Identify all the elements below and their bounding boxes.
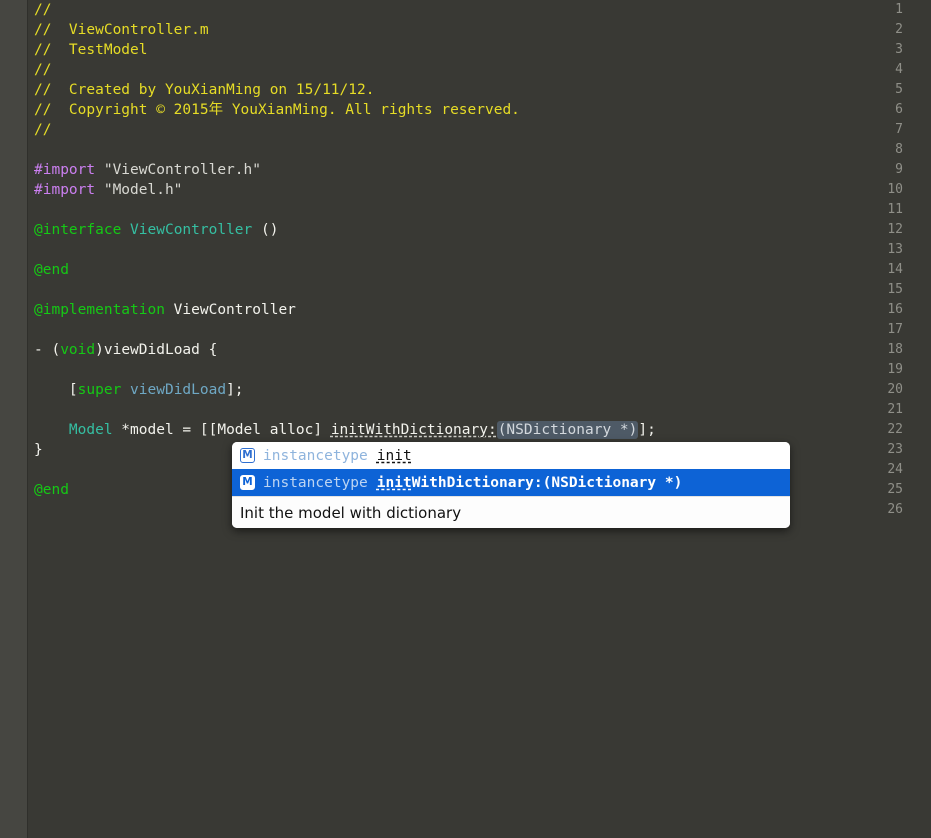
autocomplete-row[interactable]: Minstancetype init — [232, 442, 790, 469]
line-number: 15 — [887, 282, 903, 297]
code-token-pre: #import — [34, 162, 96, 178]
line-number: 5 — [895, 82, 903, 97]
code-line[interactable]: // TestModel — [34, 40, 148, 60]
code-token-plain: ViewController — [164, 302, 296, 318]
line-number: 18 — [887, 342, 903, 357]
code-token-plain: [ — [34, 382, 78, 398]
code-token-keyword: void — [60, 342, 96, 358]
code-token-comment: // Created by YouXianMing on 15/11/12. — [34, 82, 375, 98]
code-editor[interactable]: 1 2 3 4 5 6 7 8 9 10 11 12 13 14 15 16 17 18 19 20 21 22 23 24 2… — [0, 0, 931, 838]
line-number: 7 — [895, 122, 903, 137]
code-token-comment: // Copyright © 2015年 YouXianMing. All ri… — [34, 102, 520, 118]
autocomplete-description: Init the model with dictionary — [232, 496, 790, 528]
line-number: 16 — [887, 302, 903, 317]
line-number: 8 — [895, 142, 903, 157]
argument-placeholder-token: (NSDictionary *) — [496, 421, 639, 439]
line-number: 9 — [895, 162, 903, 177]
method-badge-icon: M — [240, 475, 255, 490]
code-line[interactable]: // — [34, 120, 51, 140]
code-token-plain: } — [34, 442, 43, 458]
line-number: 10 — [887, 182, 903, 197]
autocomplete-completion-name: init — [377, 448, 412, 464]
code-token-class: Model — [68, 422, 113, 438]
code-token-method: viewDidLoad — [130, 382, 227, 398]
gutter-separator — [27, 0, 28, 838]
code-token-plain: ]; — [226, 382, 244, 398]
code-token-comment: // ViewController.m — [34, 22, 209, 38]
code-line[interactable]: #import "ViewController.h" — [34, 160, 261, 180]
code-line[interactable]: - (void)viewDidLoad { — [34, 340, 217, 360]
code-token-plain: () — [252, 222, 279, 238]
line-number: 1 — [895, 2, 903, 17]
line-number: 11 — [887, 202, 903, 217]
line-number: 24 — [887, 462, 903, 477]
line-number-gutter[interactable] — [0, 0, 27, 838]
code-line[interactable]: // — [34, 60, 51, 80]
code-token-keyword: super — [77, 382, 122, 398]
code-token-comment: // — [34, 122, 52, 138]
autocomplete-completion-name: initWithDictionary:(NSDictionary *) — [377, 475, 683, 491]
code-token-pre: #import — [34, 182, 96, 198]
code-line[interactable]: @implementation ViewController — [34, 300, 296, 320]
code-line[interactable]: // — [34, 0, 51, 20]
code-line[interactable]: @interface ViewController () — [34, 220, 278, 240]
autocomplete-return-type: instancetype — [263, 474, 368, 491]
line-number: 21 — [887, 402, 903, 417]
code-line[interactable]: @end — [34, 260, 69, 280]
code-token-plain: ]; — [638, 422, 656, 438]
method-badge-icon: M — [240, 448, 255, 463]
code-token-comment: // — [34, 2, 52, 18]
line-number: 4 — [895, 62, 903, 77]
line-number: 22 — [887, 422, 903, 437]
autocomplete-list[interactable]: Minstancetype init Minstancetype initWithDi… — [232, 442, 790, 496]
autocomplete-return-type: instancetype — [263, 447, 368, 464]
autocomplete-row[interactable]: Minstancetype initWithDictionary:(NSDicti… — [232, 469, 790, 496]
code-line[interactable]: } — [34, 440, 43, 460]
autocomplete-matched-prefix: init — [376, 447, 412, 464]
code-line[interactable]: // ViewController.m — [34, 20, 209, 40]
line-number: 3 — [895, 42, 903, 57]
line-number: 17 — [887, 322, 903, 337]
line-number: 6 — [895, 102, 903, 117]
line-number: 23 — [887, 442, 903, 457]
code-token-keyword: @end — [34, 262, 69, 278]
code-token-keyword: @interface — [34, 222, 122, 238]
line-number: 25 — [887, 482, 903, 497]
code-token-plain: - ( — [34, 342, 61, 358]
line-number: 19 — [887, 362, 903, 377]
code-token-string: "Model.h" — [103, 182, 183, 198]
line-number: 20 — [887, 382, 903, 397]
code-line[interactable]: // Copyright © 2015年 YouXianMing. All ri… — [34, 100, 520, 120]
line-number: 2 — [895, 22, 903, 37]
code-line[interactable]: [super viewDidLoad]; — [34, 380, 244, 400]
code-token-class: ViewController — [130, 222, 253, 238]
autocomplete-popup[interactable]: Minstancetype init Minstancetype initWithDi… — [232, 442, 790, 528]
code-token-plain: *model = [[Model alloc] — [112, 422, 331, 438]
code-line[interactable]: // Created by YouXianMing on 15/11/12. — [34, 80, 374, 100]
code-line[interactable]: Model *model = [[Model alloc] initWithDi… — [34, 420, 656, 440]
code-token-string: "ViewController.h" — [103, 162, 261, 178]
line-number: 12 — [887, 222, 903, 237]
code-token-keyword: @end — [34, 482, 69, 498]
code-line[interactable]: #import "Model.h" — [34, 180, 182, 200]
line-number: 13 — [887, 242, 903, 257]
autocomplete-matched-prefix: init — [376, 474, 412, 491]
code-token-plain: )viewDidLoad { — [95, 342, 218, 358]
line-number: 26 — [887, 502, 903, 517]
code-line[interactable]: @end — [34, 480, 69, 500]
code-token-keyword: @implementation — [34, 302, 165, 318]
line-number: 14 — [887, 262, 903, 277]
code-token-comment: // TestModel — [34, 42, 148, 58]
autocomplete-name-remainder: WithDictionary:(NSDictionary *) — [411, 474, 683, 491]
code-token-comment: // — [34, 62, 52, 78]
method-name-token: initWithDictionary: — [330, 422, 497, 438]
